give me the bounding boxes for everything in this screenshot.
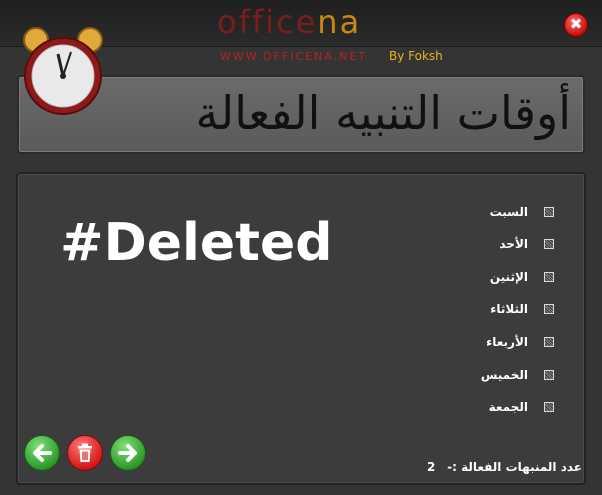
day-checkbox[interactable]: [544, 239, 554, 249]
day-checkbox[interactable]: [544, 370, 554, 380]
day-checkbox[interactable]: [544, 402, 554, 412]
day-row-tuesday[interactable]: الثلاثاء: [490, 298, 554, 320]
close-button[interactable]: ✖: [564, 13, 588, 37]
day-label: السبت: [489, 205, 528, 219]
day-checkbox[interactable]: [544, 337, 554, 347]
logo-part1: office: [217, 3, 318, 41]
day-label: الأحد: [499, 237, 528, 251]
page-title: أوقات التنبيه الفعالة: [195, 86, 571, 140]
day-row-friday[interactable]: الجمعة: [489, 396, 554, 418]
day-label: الخميس: [480, 368, 528, 382]
day-label: الإثنين: [489, 270, 528, 284]
arrow-right-icon: [118, 444, 137, 462]
next-button[interactable]: [110, 435, 146, 471]
delete-button[interactable]: [67, 435, 103, 471]
author-label: By Foksh: [389, 49, 443, 63]
day-checkbox[interactable]: [544, 304, 554, 314]
deleted-value: #Deleted: [60, 213, 333, 273]
day-checkbox[interactable]: [544, 272, 554, 282]
day-label: الأربعاء: [486, 335, 528, 349]
day-label: الثلاثاء: [490, 302, 528, 316]
active-count-label: عدد المنبهات الفعالة :-: [447, 460, 582, 474]
website-label: WWW.OFFICENA.NET: [220, 50, 368, 63]
day-row-wednesday[interactable]: الأربعاء: [486, 331, 554, 353]
day-row-sunday[interactable]: الأحد: [499, 233, 554, 255]
day-row-monday[interactable]: الإثنين: [490, 266, 554, 288]
logo-part2: na: [317, 3, 362, 41]
arrow-left-icon: [33, 444, 52, 462]
day-label: الجمعة: [488, 400, 528, 414]
officena-logo: officena: [217, 4, 361, 40]
alarm-clock-icon: [23, 27, 103, 115]
day-row-thursday[interactable]: الخميس: [481, 364, 554, 386]
day-checkbox[interactable]: [544, 207, 554, 217]
day-row-saturday[interactable]: السبت: [490, 201, 554, 223]
trash-icon: [78, 443, 92, 462]
active-count-value: 2: [427, 460, 436, 474]
previous-button[interactable]: [24, 435, 60, 471]
